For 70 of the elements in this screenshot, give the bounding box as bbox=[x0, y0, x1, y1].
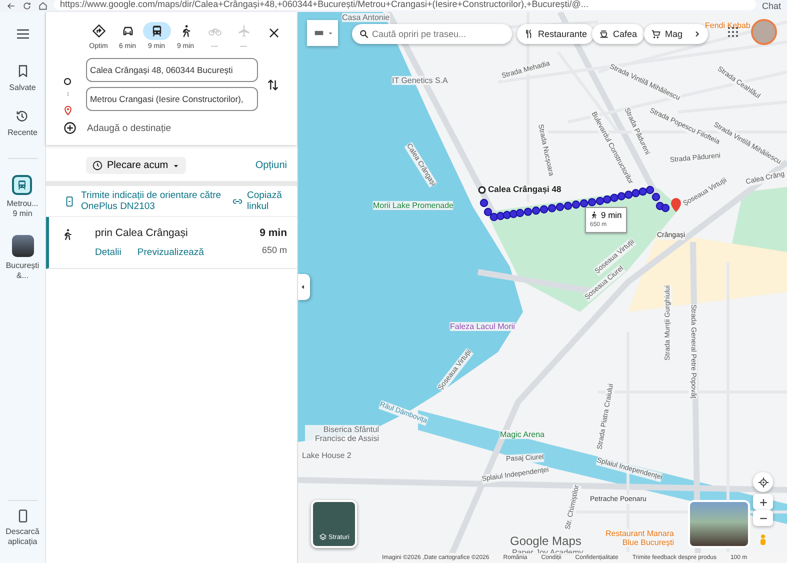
copy-link[interactable]: Copiază linkul bbox=[247, 190, 287, 212]
map-label: Casa Antonie bbox=[342, 13, 390, 22]
destination-pin bbox=[671, 198, 681, 212]
preview-link[interactable]: Previzualizează bbox=[137, 247, 204, 258]
restaurant-chip[interactable]: Restaurante bbox=[517, 24, 594, 44]
close-icon[interactable] bbox=[267, 26, 281, 40]
details-link[interactable]: Detalii bbox=[95, 247, 122, 258]
restaurant-icon bbox=[524, 29, 534, 39]
photo-placeholder[interactable] bbox=[12, 235, 34, 257]
rail-label[interactable]: Metrou... bbox=[6, 199, 38, 209]
pin-icon bbox=[62, 105, 72, 116]
locate-button[interactable] bbox=[753, 472, 773, 492]
coffee-chip[interactable]: Cafea bbox=[592, 24, 644, 44]
map-label: IT Genetics S.A bbox=[392, 76, 448, 85]
map-label: Magic Arena bbox=[500, 430, 544, 439]
map-label: Fendi Kebab bbox=[705, 21, 750, 30]
flight-icon bbox=[236, 24, 250, 38]
coffee-icon bbox=[599, 29, 609, 39]
walk-icon bbox=[590, 211, 598, 219]
address-bar[interactable]: https://www.google.com/maps/dir/Calea+Crângași+48,+060344+București/Metrou+Crangasi+(Iesire+Constructorilor),+București/@... bbox=[54, 0, 756, 10]
car-icon bbox=[120, 24, 134, 38]
map-label: Biserica Sfântul Francisc de Assisi bbox=[305, 425, 379, 443]
origin-circle-icon bbox=[63, 77, 72, 86]
home-icon[interactable] bbox=[38, 1, 48, 11]
clock-icon bbox=[92, 160, 103, 171]
rail-label[interactable]: București &... bbox=[0, 261, 45, 281]
departure-dropdown[interactable]: Plecare acum bbox=[86, 157, 186, 174]
search-icon bbox=[359, 29, 369, 39]
locate-icon bbox=[758, 476, 768, 488]
stop-search-field[interactable]: Caută opriri pe traseu... bbox=[352, 24, 512, 44]
download-app-link[interactable]: Descarcă aplicația bbox=[2, 527, 42, 547]
google-maps-logo: Google Maps bbox=[510, 534, 582, 548]
swap-icon[interactable] bbox=[266, 78, 280, 92]
caret-left-icon bbox=[300, 284, 306, 290]
zoom-out-button[interactable] bbox=[753, 510, 773, 526]
rail-label[interactable]: Salvate bbox=[9, 83, 36, 93]
route-duration: 9 min bbox=[260, 227, 287, 239]
map-label: Lake House 2 bbox=[302, 451, 352, 460]
reload-icon[interactable] bbox=[22, 1, 32, 11]
destination-field[interactable]: Metrou Crangasi (Iesire Constructorilor), bbox=[86, 87, 258, 111]
map-type-toggle[interactable] bbox=[307, 20, 338, 46]
caret-down-icon bbox=[328, 30, 332, 36]
back-icon[interactable] bbox=[6, 1, 16, 11]
send-to-device-link[interactable]: Trimite indicații de orientare către OnePlus DN2103 bbox=[81, 190, 224, 212]
plus-icon bbox=[758, 498, 768, 506]
transit-icon[interactable] bbox=[12, 175, 32, 195]
add-destination-link[interactable]: Adaugă o destinație bbox=[87, 122, 171, 134]
options-link[interactable]: Opțiuni bbox=[255, 160, 287, 171]
chat-button[interactable]: Chat bbox=[762, 1, 781, 11]
origin-field[interactable]: Calea Crângași 48, 060344 București bbox=[86, 58, 258, 82]
collapse-panel-button[interactable] bbox=[298, 274, 310, 300]
zoom-in-button[interactable] bbox=[753, 494, 773, 510]
map-label: Faleza Lacul Morii bbox=[450, 322, 515, 331]
best-icon bbox=[92, 24, 106, 38]
rail-label[interactable]: Recente bbox=[8, 128, 38, 138]
add-icon[interactable] bbox=[63, 121, 77, 135]
transit-mode-tab[interactable] bbox=[142, 22, 170, 40]
origin-marker bbox=[478, 186, 486, 194]
route-distance: 650 m bbox=[260, 245, 287, 255]
street-view-thumbnail[interactable] bbox=[688, 500, 750, 548]
map-label: Morii Lake Promenade bbox=[373, 201, 454, 210]
shop-icon bbox=[651, 29, 661, 39]
route-name: prin Calea Crângași bbox=[95, 227, 189, 239]
keyboard-icon bbox=[312, 28, 324, 38]
layers-icon bbox=[318, 533, 327, 541]
route-time: 9 min bbox=[601, 210, 622, 220]
history-icon[interactable] bbox=[15, 109, 30, 123]
rail-sublabel: 9 min bbox=[12, 209, 32, 219]
origin-label: Calea Crângași 48 bbox=[488, 185, 562, 194]
phone-icon[interactable] bbox=[64, 196, 75, 206]
